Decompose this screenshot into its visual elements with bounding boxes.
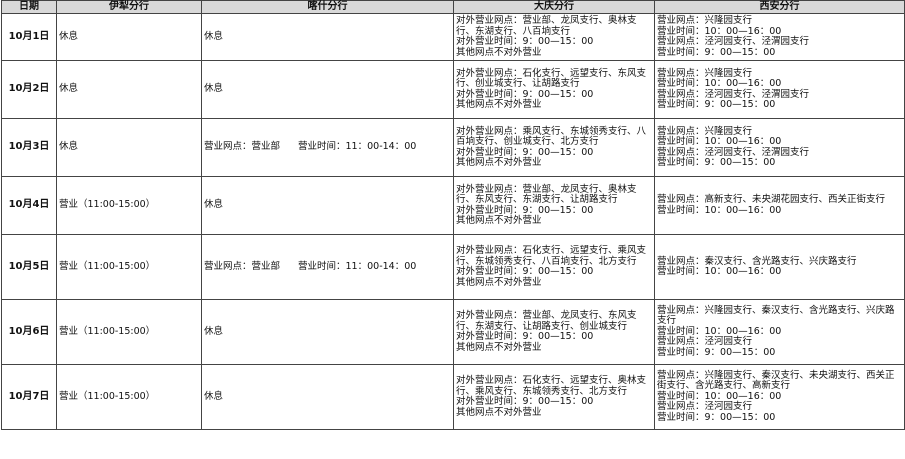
kashi-cell: 休息 [201, 176, 454, 235]
kashi-hours: 营业时间：11：00-14：00 [298, 141, 417, 153]
table-row: 10月6日 营业（11:00-15:00） 休息 对外营业网点：营业部、龙凤支行… [1, 299, 905, 365]
kashi-hours: 营业时间：11：00-14：00 [298, 260, 417, 272]
xian-hours-2: 营业时间：9：00—15：00 [657, 411, 776, 423]
date-cell: 10月4日 [1, 176, 57, 235]
kashi-cell: 营业网点：营业部 营业时间：11：00-14：00 [201, 118, 454, 177]
table-row: 10月4日 营业（11:00-15:00） 休息 对外营业网点：营业部、龙凤支行… [1, 176, 905, 235]
daqing-branches: 对外营业网点：石化支行、远望支行、奥林支行、乘风支行、东城领秀支行、北方支行 [456, 375, 647, 397]
date-cell: 10月3日 [1, 118, 57, 177]
xian-hours-1: 营业时间：10：00—16：00 [657, 136, 782, 147]
header-daqing: 大庆分行 [453, 0, 655, 14]
xian-cell: 营业网点：兴隆园支行、秦汉支行、未央湖支行、西关正街支行、含光路支行、高新支行 … [654, 364, 905, 430]
header-kashi: 喀什分行 [201, 0, 454, 14]
xian-cell: 营业网点：兴隆园支行 营业时间：10：00—16：00 营业网点：泾河园支行、泾… [654, 118, 905, 177]
header-yili: 伊犁分行 [56, 0, 202, 14]
daqing-branches: 对外营业网点：乘风支行、东城领秀支行、八百垧支行、创业城支行、北方支行 [456, 125, 647, 147]
daqing-branches: 对外营业网点：营业部、龙凤支行、东风支行、东湖支行、让胡路支行、创业城支行 [456, 310, 637, 332]
holiday-schedule-table: 日期 伊犁分行 喀什分行 大庆分行 西安分行 10月1日 休息 休息 对外营业网… [1, 0, 905, 430]
xian-branches-1: 营业网点：高新支行、未央湖花园支行、西关正街支行 [657, 194, 886, 205]
yili-cell: 休息 [56, 60, 202, 119]
yili-cell: 营业（11:00-15:00） [56, 364, 202, 430]
xian-hours-2: 营业时间：9：00—15：00 [657, 157, 776, 168]
daqing-cell: 对外营业网点：乘风支行、东城领秀支行、八百垧支行、创业城支行、北方支行 对外营业… [453, 118, 655, 177]
daqing-note: 其他网点不对外营业 [456, 46, 542, 58]
daqing-cell: 对外营业网点：石化支行、远望支行、奥林支行、乘风支行、东城领秀支行、北方支行 对… [453, 364, 655, 430]
date-cell: 10月7日 [1, 364, 57, 430]
kashi-cell: 休息 [201, 60, 454, 119]
xian-hours-2: 营业时间：9：00—15：00 [657, 346, 776, 358]
header-row: 日期 伊犁分行 喀什分行 大庆分行 西安分行 [1, 0, 905, 14]
xian-hours-1: 营业时间：10：00—16：00 [657, 204, 782, 216]
daqing-cell: 对外营业网点：营业部、龙凤支行、奥林支行、东风支行、东湖支行、让胡路支行 对外营… [453, 176, 655, 235]
daqing-cell: 对外营业网点：石化支行、远望支行、东风支行、创业城支行、让胡路支行 对外营业时间… [453, 60, 655, 119]
daqing-branches: 对外营业网点：石化支行、远望支行、乘风支行、东城领秀支行、八百垧支行、北方支行 [456, 245, 647, 267]
daqing-hours: 对外营业时间：9：00—15：00 [456, 36, 594, 47]
daqing-cell: 对外营业网点：营业部、龙凤支行、东风支行、东湖支行、让胡路支行、创业城支行 对外… [453, 299, 655, 365]
date-cell: 10月2日 [1, 60, 57, 119]
daqing-note: 其他网点不对外营业 [456, 99, 542, 110]
date-cell: 10月5日 [1, 234, 57, 300]
daqing-note: 其他网点不对外营业 [456, 157, 542, 168]
daqing-branches: 对外营业网点：石化支行、远望支行、东风支行、创业城支行、让胡路支行 [456, 67, 647, 89]
daqing-branches: 对外营业网点：营业部、龙凤支行、奥林支行、东风支行、东湖支行、让胡路支行 [456, 183, 637, 205]
xian-hours-1: 营业时间：10：00—16：00 [657, 266, 782, 277]
kashi-branch: 营业网点：营业部 [204, 141, 281, 153]
xian-hours-2: 营业时间：9：00—15：00 [657, 46, 776, 58]
xian-cell: 营业网点：秦汉支行、含光路支行、兴庆路支行 营业时间：10：00—16：00 [654, 234, 905, 300]
xian-hours-1: 营业时间：10：00—16：00 [657, 78, 782, 89]
daqing-note: 其他网点不对外营业 [456, 406, 542, 418]
kashi-cell: 休息 [201, 299, 454, 365]
xian-branches-2: 营业网点：泾河园支行、泾渭园支行 [657, 36, 810, 47]
xian-cell: 营业网点：兴隆园支行 营业时间：10：00—16：00 营业网点：泾河园支行、泾… [654, 13, 905, 61]
kashi-cell: 休息 [201, 364, 454, 430]
table-row: 10月1日 休息 休息 对外营业网点：营业部、龙凤支行、奥林支行、东湖支行、八百… [1, 13, 905, 61]
daqing-branches: 对外营业网点：营业部、龙凤支行、奥林支行、东湖支行、八百垧支行 [456, 15, 637, 37]
daqing-cell: 对外营业网点：营业部、龙凤支行、奥林支行、东湖支行、八百垧支行 对外营业时间：9… [453, 13, 655, 61]
xian-cell: 营业网点：兴隆园支行、秦汉支行、含光路支行、兴庆路支行 营业时间：10：00—1… [654, 299, 905, 365]
date-cell: 10月6日 [1, 299, 57, 365]
kashi-branch: 营业网点：营业部 [204, 260, 281, 272]
daqing-note: 其他网点不对外营业 [456, 215, 542, 226]
xian-branches-1: 营业网点：兴隆园支行、秦汉支行、含光路支行、兴庆路支行 [657, 304, 895, 327]
header-date: 日期 [1, 0, 57, 14]
daqing-hours: 对外营业时间：9：00—15：00 [456, 331, 594, 342]
xian-cell: 营业网点：高新支行、未央湖花园支行、西关正街支行 营业时间：10：00—16：0… [654, 176, 905, 235]
yili-cell: 休息 [56, 118, 202, 177]
table-row: 10月5日 营业（11:00-15:00） 营业网点：营业部 营业时间：11：00… [1, 234, 905, 300]
table-row: 10月7日 营业（11:00-15:00） 休息 对外营业网点：石化支行、远望支… [1, 364, 905, 430]
xian-branches-1: 营业网点：兴隆园支行、秦汉支行、未央湖支行、西关正街支行、含光路支行、高新支行 [657, 369, 895, 392]
daqing-hours: 对外营业时间：9：00—15：00 [456, 396, 594, 407]
daqing-note: 其他网点不对外营业 [456, 341, 542, 353]
kashi-cell: 休息 [201, 13, 454, 61]
kashi-cell: 营业网点：营业部 营业时间：11：00-14：00 [201, 234, 454, 300]
table-row: 10月2日 休息 休息 对外营业网点：石化支行、远望支行、东风支行、创业城支行、… [1, 60, 905, 119]
daqing-cell: 对外营业网点：石化支行、远望支行、乘风支行、东城领秀支行、八百垧支行、北方支行 … [453, 234, 655, 300]
yili-cell: 营业（11:00-15:00） [56, 299, 202, 365]
yili-cell: 营业（11:00-15:00） [56, 176, 202, 235]
header-xian: 西安分行 [654, 0, 905, 14]
yili-cell: 营业（11:00-15:00） [56, 234, 202, 300]
yili-cell: 休息 [56, 13, 202, 61]
daqing-note: 其他网点不对外营业 [456, 276, 542, 288]
daqing-hours: 对外营业时间：9：00—15：00 [456, 266, 594, 277]
xian-branches-1: 营业网点：兴隆园支行 [657, 15, 753, 26]
date-cell: 10月1日 [1, 13, 57, 61]
table-row: 10月3日 休息 营业网点：营业部 营业时间：11：00-14：00 对外营业网点… [1, 118, 905, 177]
xian-hours-2: 营业时间：9：00—15：00 [657, 99, 776, 110]
xian-cell: 营业网点：兴隆园支行 营业时间：10：00—16：00 营业网点：泾河园支行、泾… [654, 60, 905, 119]
